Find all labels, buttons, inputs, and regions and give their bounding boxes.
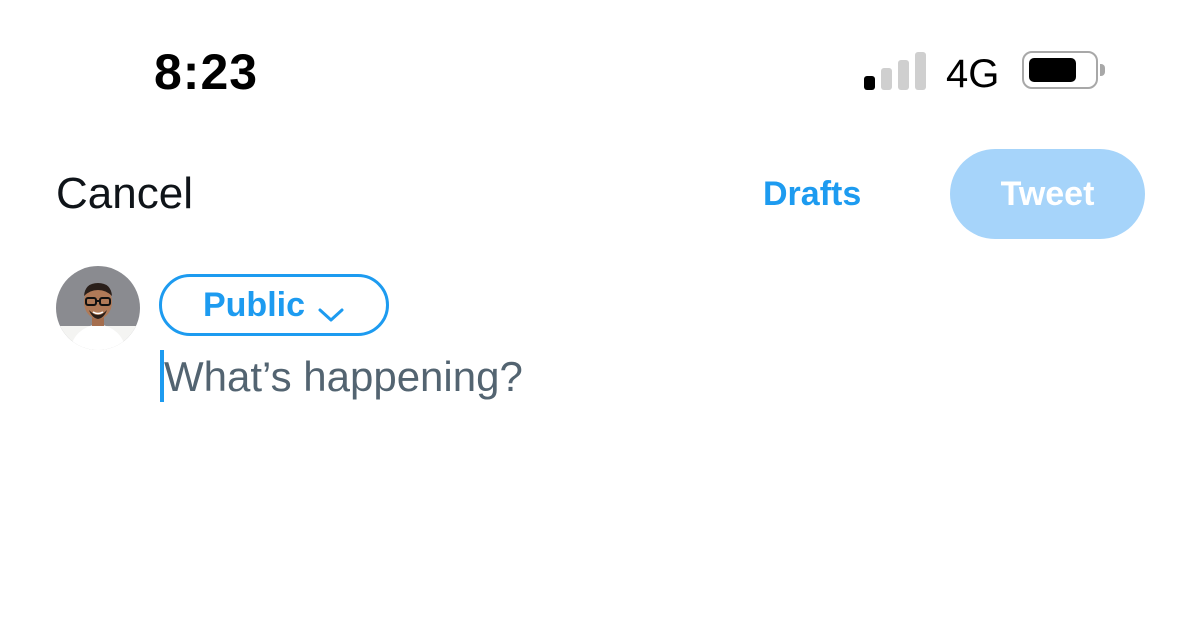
status-time: 8:23: [154, 44, 259, 100]
compose-input[interactable]: [164, 348, 1064, 406]
avatar[interactable]: [56, 266, 140, 350]
signal-bar: [864, 76, 875, 90]
audience-selector[interactable]: Public: [159, 274, 389, 336]
cellular-signal-icon: [864, 50, 926, 90]
cancel-button[interactable]: Cancel: [56, 168, 193, 220]
avatar-image: [56, 266, 140, 350]
signal-bar: [881, 68, 892, 90]
signal-bar: [898, 60, 909, 90]
chevron-down-icon: [317, 295, 345, 322]
battery-cap: [1100, 64, 1105, 76]
tweet-button[interactable]: Tweet: [950, 149, 1145, 239]
battery-icon: [1022, 51, 1105, 89]
signal-bar: [915, 52, 926, 90]
battery-level: [1029, 58, 1076, 82]
audience-label: Public: [202, 285, 306, 324]
drafts-button[interactable]: Drafts: [763, 172, 861, 216]
network-type: 4G: [946, 52, 1000, 96]
